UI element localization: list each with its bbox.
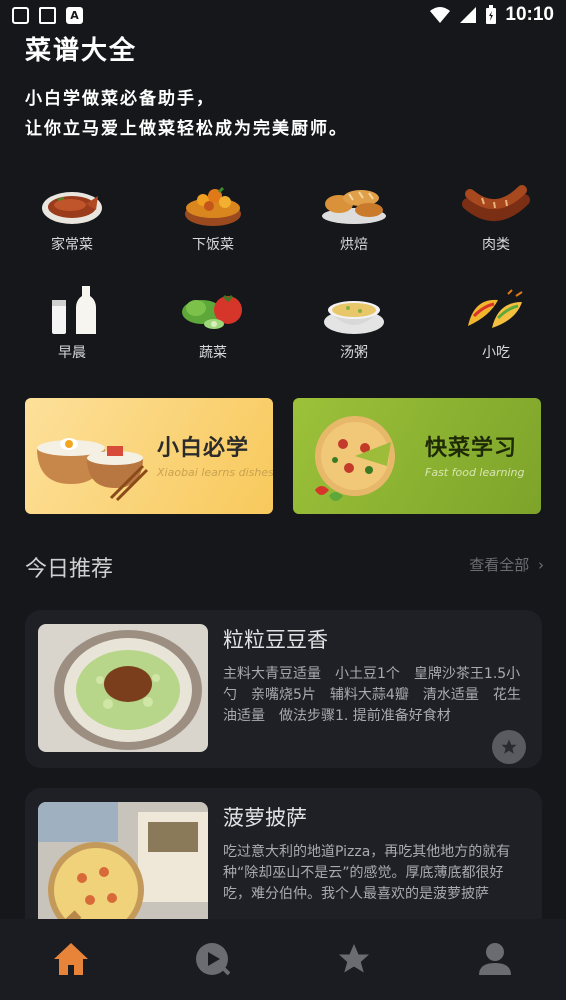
category-label: 肉类 bbox=[482, 237, 510, 253]
recipe-description: 吃过意大利的地道Pizza，再吃其他地方的就有种“除却巫山不是云”的感觉。厚底薄… bbox=[223, 844, 511, 902]
tab-favorites[interactable] bbox=[334, 939, 374, 979]
banner-subtitle: Xiaobai learns dishes bbox=[157, 466, 273, 479]
slogan-line-1: 小白学做菜必备助手， bbox=[25, 89, 215, 109]
battery-icon bbox=[486, 5, 497, 24]
category-vegetables[interactable]: 蔬菜 bbox=[163, 286, 263, 362]
slogan: 小白学做菜必备助手， 让你立马爱上做菜轻松成为完美厨师。 bbox=[25, 84, 348, 144]
star-icon bbox=[339, 944, 369, 973]
banner-title: 小白必学 bbox=[157, 436, 250, 461]
bottom-tab-bar bbox=[0, 919, 566, 1000]
play-icon bbox=[196, 943, 230, 976]
person-icon bbox=[479, 943, 511, 975]
category-baking[interactable]: 烘焙 bbox=[304, 178, 404, 254]
category-label: 家常菜 bbox=[51, 237, 93, 253]
category-label: 小吃 bbox=[482, 345, 510, 361]
recipe-image bbox=[38, 624, 208, 752]
tab-video[interactable] bbox=[192, 939, 232, 979]
banner-title: 快菜学习 bbox=[425, 436, 518, 461]
category-meat[interactable]: 肉类 bbox=[446, 178, 546, 254]
notification-a-icon: A bbox=[66, 7, 83, 24]
home-icon bbox=[54, 943, 88, 975]
category-breakfast[interactable]: 早晨 bbox=[22, 286, 122, 362]
section-title: 今日推荐 bbox=[25, 557, 114, 582]
wifi-icon bbox=[430, 7, 451, 23]
braised-fish-icon bbox=[42, 192, 102, 224]
stir-fry-bowl-icon bbox=[185, 186, 241, 226]
clock: 10:10 bbox=[505, 4, 554, 25]
view-all-link[interactable]: 查看全部 › bbox=[469, 554, 544, 575]
vegetables-icon bbox=[182, 294, 242, 329]
slogan-line-2: 让你立马爱上做菜轻松成为完美厨师。 bbox=[25, 119, 348, 139]
category-label: 早晨 bbox=[58, 345, 86, 361]
recipe-title: 菠萝披萨 bbox=[223, 806, 307, 830]
notification-icon bbox=[12, 7, 29, 24]
sausage-icon bbox=[462, 185, 530, 222]
status-bar: A 10:10 bbox=[0, 0, 566, 32]
category-label: 蔬菜 bbox=[199, 345, 227, 361]
notification-icon bbox=[39, 7, 56, 24]
category-label: 烘焙 bbox=[340, 237, 368, 253]
banner-subtitle: Fast food learning bbox=[425, 466, 525, 479]
recipe-card[interactable]: 粒粒豆豆香 主料大青豆适量 小土豆1个 皇牌沙茶王1.5小勺 亲嘴烧5片 辅料大… bbox=[25, 610, 542, 768]
category-rice-dish[interactable]: 下饭菜 bbox=[163, 178, 263, 254]
banner-fast-food[interactable]: 快菜学习 Fast food learning bbox=[293, 398, 541, 514]
pizza-icon bbox=[315, 416, 395, 501]
category-label: 汤粥 bbox=[340, 345, 368, 361]
milk-icon bbox=[52, 286, 96, 334]
recipe-description: 主料大青豆适量 小土豆1个 皇牌沙茶王1.5小勺 亲嘴烧5片 辅料大蒜4瓣 清水… bbox=[223, 666, 521, 724]
category-soup[interactable]: 汤粥 bbox=[304, 286, 404, 362]
taco-icon bbox=[468, 289, 523, 328]
category-snacks[interactable]: 小吃 bbox=[446, 286, 546, 362]
bread-icon bbox=[322, 190, 386, 224]
tab-home[interactable] bbox=[51, 939, 91, 979]
app-title: 菜谱大全 bbox=[25, 36, 138, 66]
rice-bowls-icon bbox=[37, 438, 149, 502]
signal-icon bbox=[460, 7, 477, 23]
view-all-label: 查看全部 bbox=[469, 556, 530, 574]
soup-icon bbox=[324, 301, 384, 334]
recipe-title: 粒粒豆豆香 bbox=[223, 628, 328, 652]
banner-beginner[interactable]: 小白必学 Xiaobai learns dishes bbox=[25, 398, 273, 514]
chevron-right-icon: › bbox=[538, 556, 544, 574]
favorite-button[interactable] bbox=[492, 730, 526, 764]
star-icon bbox=[501, 739, 517, 754]
category-home-cooking[interactable]: 家常菜 bbox=[22, 178, 122, 254]
tab-profile[interactable] bbox=[475, 939, 515, 979]
category-label: 下饭菜 bbox=[192, 237, 234, 253]
